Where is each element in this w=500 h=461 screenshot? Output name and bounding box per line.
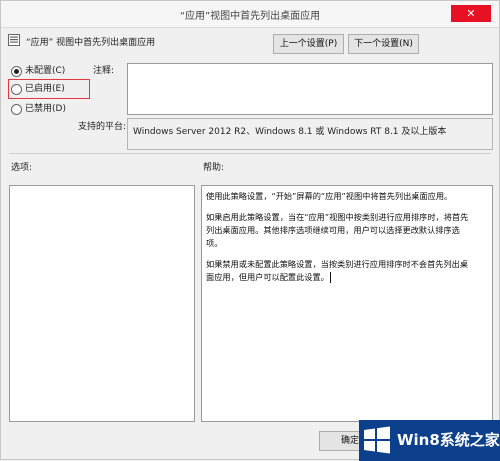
text-caret <box>329 272 331 283</box>
watermark-text: Win8系统之家 <box>397 431 500 449</box>
watermark-badge: Win8系统之家 <box>359 420 500 461</box>
comment-label: 注释: <box>93 66 115 76</box>
radio-disabled[interactable]: 已禁用(D) <box>11 102 66 116</box>
help-panel[interactable]: 使用此策略设置，“开始”屏幕的“应用”视图中将首先列出桌面应用。 如果启用此策略… <box>201 185 493 422</box>
previous-setting-button[interactable]: 上一个设置(P) <box>273 34 344 54</box>
policy-name: “应用” 视图中首先列出桌面应用 <box>26 38 156 48</box>
radio-unselected-icon[interactable] <box>11 83 22 95</box>
help-paragraph: 如果启用此策略设置，当在“应用”视图中按类别进行应用排序时，将首先列出桌面应用。… <box>206 212 469 248</box>
policy-setting-icon <box>8 34 20 46</box>
radio-not-configured[interactable]: 未配置(C) <box>11 64 65 78</box>
radio-unselected-icon[interactable] <box>11 103 22 115</box>
radio-selected-icon[interactable] <box>11 65 22 77</box>
section-divider <box>9 153 491 154</box>
platform-field: Windows Server 2012 R2、Windows 8.1 或 Win… <box>127 118 493 150</box>
comment-field[interactable] <box>127 63 493 115</box>
windows-logo-icon <box>364 426 390 454</box>
help-paragraph-text: 如果禁用或未配置此策略设置，当按类别进行应用排序时不会首先列出桌面应用，但用户可… <box>206 259 469 282</box>
title-bar[interactable]: “应用”视图中首先列出桌面应用 ✕ <box>1 1 499 28</box>
help-label: 帮助: <box>203 163 225 173</box>
help-text: 使用此策略设置，“开始”屏幕的“应用”视图中将首先列出桌面应用。 如果启用此策略… <box>206 190 476 292</box>
policy-dialog: “应用”视图中首先列出桌面应用 ✕ “应用” 视图中首先列出桌面应用 上一个设置… <box>0 0 500 461</box>
help-paragraph: 使用此策略设置，“开始”屏幕的“应用”视图中将首先列出桌面应用。 <box>206 191 453 201</box>
window-title: “应用”视图中首先列出桌面应用 <box>179 11 321 22</box>
options-label: 选项: <box>11 163 33 173</box>
options-panel[interactable] <box>9 185 195 422</box>
platform-label: 支持的平台: <box>78 122 127 132</box>
platform-value: Windows Server 2012 R2、Windows 8.1 或 Win… <box>133 127 447 137</box>
radio-enabled[interactable]: 已启用(E) <box>11 82 65 96</box>
next-setting-button[interactable]: 下一个设置(N) <box>348 34 419 54</box>
close-button[interactable]: ✕ <box>451 5 491 22</box>
help-paragraph-last: 如果禁用或未配置此策略设置，当按类别进行应用排序时不会首先列出桌面应用，但用户可… <box>206 258 476 284</box>
